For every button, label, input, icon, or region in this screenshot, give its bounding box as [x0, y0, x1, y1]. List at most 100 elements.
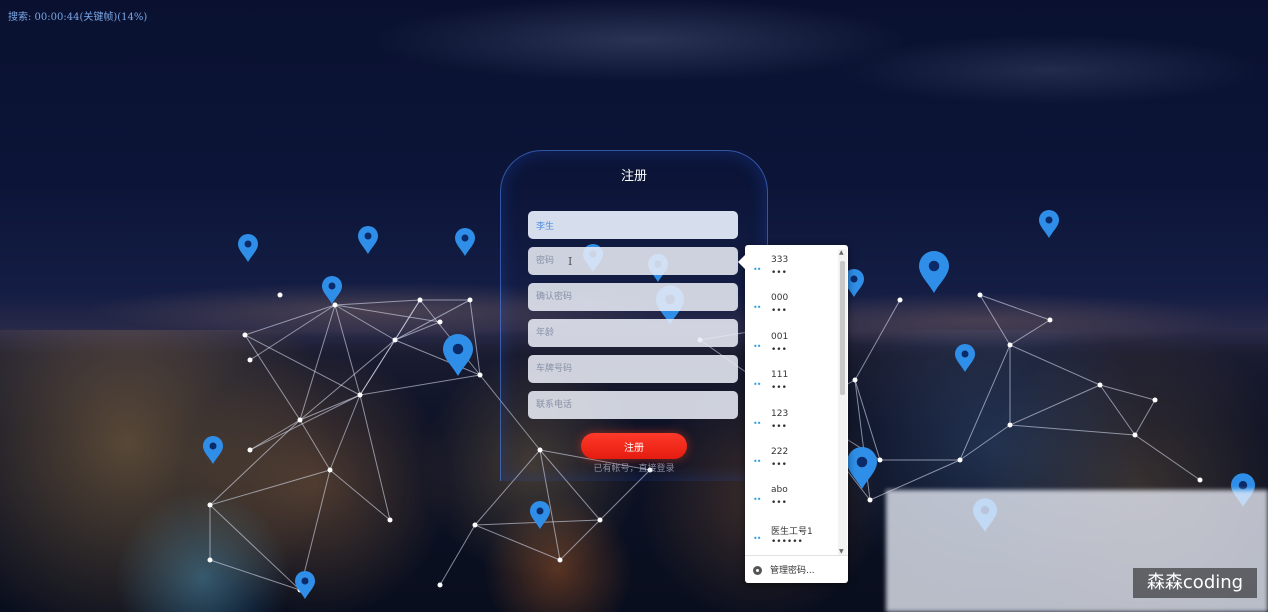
network-link: [394, 321, 441, 341]
location-pin-icon: [455, 228, 475, 256]
confirm-password-field[interactable]: [528, 283, 738, 311]
network-link: [854, 299, 901, 381]
dropdown-divider: [745, 555, 848, 556]
network-node: [247, 357, 253, 363]
network-node: [467, 297, 473, 303]
password-field[interactable]: [528, 247, 738, 275]
saved-password-mask: •••: [771, 498, 787, 509]
network-node: [207, 502, 213, 508]
network-link: [334, 299, 421, 306]
saved-password-item[interactable]: •• 000 •••: [745, 287, 837, 325]
network-node: [897, 297, 903, 303]
network-node: [387, 517, 393, 523]
key-icon: ••: [753, 303, 762, 313]
network-node: [207, 557, 213, 563]
network-link: [249, 304, 336, 361]
saved-username: 001: [771, 331, 789, 342]
location-pin-icon: [847, 447, 877, 489]
location-pin-icon: [358, 226, 378, 254]
network-node: [247, 447, 253, 453]
saved-password-item[interactable]: •• 222 •••: [745, 441, 837, 479]
scroll-down-arrow-icon[interactable]: ▼: [839, 548, 844, 555]
network-link: [249, 419, 301, 451]
key-icon: ••: [753, 265, 762, 274]
location-pin-icon: [955, 344, 975, 372]
network-node: [297, 417, 303, 423]
network-node: [437, 582, 443, 588]
network-link: [299, 339, 396, 421]
dropdown-scrollbar[interactable]: ▲ ▼: [838, 249, 847, 555]
network-link: [329, 469, 391, 521]
network-node: [867, 497, 873, 503]
search-status-text: 搜索: 00:00:44(关键帧)(14%): [8, 12, 148, 23]
saved-password-mask: •••: [771, 306, 787, 317]
network-node: [1152, 397, 1158, 403]
network-link: [1099, 384, 1156, 401]
location-pin-icon: [443, 334, 473, 376]
location-pin-icon: [295, 571, 315, 599]
network-node: [1132, 432, 1138, 438]
saved-username: 000: [771, 293, 789, 304]
saved-password-item[interactable]: •• 111 •••: [745, 364, 837, 402]
saved-password-mask: ••••••: [771, 536, 803, 547]
network-node: [277, 292, 283, 298]
saved-password-item[interactable]: •• 333 •••: [745, 249, 837, 287]
key-icon: ••: [753, 380, 762, 390]
network-node: [557, 557, 563, 563]
network-link: [359, 394, 391, 521]
saved-password-item[interactable]: •• abo •••: [745, 479, 837, 517]
saved-password-dropdown: •• 333 ••• •• 000 ••• •• 001 ••• •• 111 …: [738, 245, 848, 583]
key-circle-icon: [753, 566, 762, 575]
scrollbar-thumb[interactable]: [840, 261, 845, 395]
phone-field[interactable]: [528, 391, 738, 419]
network-node: [1097, 382, 1103, 388]
manage-passwords-label: 管理密码...: [770, 566, 815, 576]
plate-number-field[interactable]: [528, 355, 738, 383]
network-node: [1007, 342, 1013, 348]
network-link: [299, 419, 331, 471]
saved-password-item[interactable]: •• 123 •••: [745, 403, 837, 441]
saved-username: 医生工号1: [771, 526, 813, 537]
key-icon: ••: [753, 495, 762, 505]
location-pin-icon: [1039, 210, 1059, 238]
manage-passwords-item[interactable]: 管理密码...: [753, 563, 815, 576]
network-node: [242, 332, 248, 338]
network-link: [244, 334, 361, 396]
saved-username: 333: [771, 255, 789, 265]
username-field[interactable]: [528, 211, 738, 239]
network-node: [877, 457, 883, 463]
saved-password-item[interactable]: •• 001 •••: [745, 326, 837, 364]
network-link: [334, 304, 361, 396]
age-field[interactable]: [528, 319, 738, 347]
login-link[interactable]: 已有帐号，直接登录: [501, 461, 767, 474]
network-link: [1009, 384, 1101, 426]
saved-password-mask: •••: [771, 459, 787, 470]
text-cursor-icon: I: [568, 255, 573, 268]
scroll-up-arrow-icon[interactable]: ▲: [839, 249, 844, 256]
saved-password-item[interactable]: •• 医生工号1 ••••••: [745, 518, 837, 556]
network-link: [1134, 434, 1201, 481]
network-link: [1009, 344, 1101, 386]
network-link: [359, 374, 481, 396]
network-node: [357, 392, 363, 398]
network-link: [209, 504, 301, 591]
network-link: [244, 334, 301, 421]
network-link: [1009, 424, 1136, 436]
register-button[interactable]: 注册: [581, 433, 687, 459]
register-card: 注册 I 注册 已有帐号，直接登录: [500, 150, 768, 481]
location-pin-icon: [238, 234, 258, 262]
network-link: [334, 304, 441, 323]
register-title: 注册: [620, 169, 647, 184]
network-link: [329, 394, 361, 471]
network-link: [299, 304, 336, 421]
network-node: [472, 522, 478, 528]
location-pin-icon: [322, 276, 342, 304]
saved-username: 222: [771, 446, 789, 457]
network-link: [394, 299, 471, 341]
network-link: [979, 294, 1011, 346]
saved-username: 111: [771, 370, 789, 381]
network-node: [392, 337, 398, 343]
saved-username: 123: [771, 408, 789, 419]
location-pin-icon: [530, 501, 550, 529]
network-node: [327, 467, 333, 473]
